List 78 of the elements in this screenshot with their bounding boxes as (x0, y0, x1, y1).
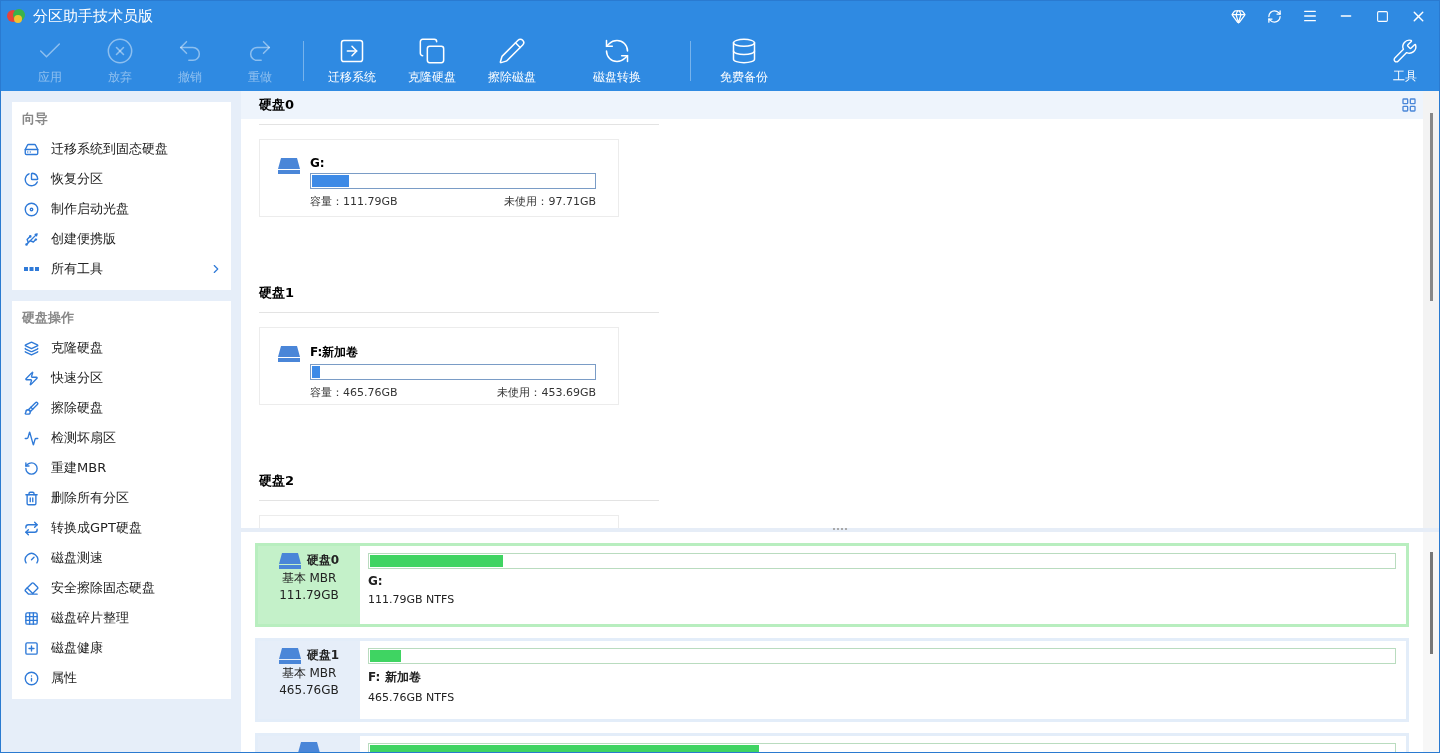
usb-icon (24, 231, 39, 247)
grid-icon (24, 610, 39, 626)
sidebar-item[interactable]: 迁移系统到固态硬盘 (12, 134, 231, 164)
capacity-text: 容量：465.76GB (310, 385, 398, 400)
repeat-icon (24, 520, 39, 536)
gauge-icon (24, 550, 39, 566)
disc-icon (24, 201, 39, 217)
sidebar-item[interactable]: 所有工具 (12, 254, 231, 284)
disk-name: 硬盘1 (306, 647, 340, 664)
rotate-icon (24, 460, 39, 476)
sidebar-item[interactable]: 检测坏扇区 (12, 423, 231, 453)
free-space-text: 未使用：453.69GB (497, 385, 596, 400)
toolbar-button[interactable]: 擦除磁盘 (472, 36, 552, 86)
info-icon (24, 670, 39, 686)
drive-icon (278, 346, 300, 362)
maximize-icon[interactable] (1375, 9, 1389, 23)
partition-info: 465.76GB NTFS (368, 691, 456, 704)
drive-icon (278, 158, 300, 174)
partition-name: F:新加卷 (310, 344, 360, 361)
app-logo (7, 7, 27, 25)
trash-icon (24, 490, 39, 506)
eraser-icon (24, 580, 39, 596)
partition-name: G: (310, 156, 326, 170)
toolbar-button[interactable]: 磁盘转换 (552, 36, 682, 86)
disk-row[interactable]: 硬盘1 基本 MBR 465.76GB F: 新加卷 465.76GB NTFS (255, 638, 1409, 722)
sidebar-item[interactable]: 转换成GPT硬盘 (12, 513, 231, 543)
sidebar-item[interactable]: 磁盘碎片整理 (12, 603, 231, 633)
partition-card[interactable]: F:新加卷 容量：465.76GB 未使用：453.69GB (259, 327, 619, 405)
sidebar-item[interactable]: 重建MBR (12, 453, 231, 483)
toolbar-button[interactable]: 免费备份 (699, 36, 789, 86)
layers-icon (24, 340, 39, 356)
wrench-icon (1392, 37, 1418, 64)
scrollbar[interactable] (1423, 91, 1439, 528)
toolbar-button[interactable]: 迁移系统 (312, 36, 392, 86)
disk-name: 硬盘0 (306, 552, 340, 569)
pie-chart-icon (24, 171, 39, 187)
sidebar-item[interactable]: 删除所有分区 (12, 483, 231, 513)
tools-button[interactable]: 工具 (1385, 37, 1425, 85)
drive-icon (278, 647, 301, 664)
layout-icon (1401, 97, 1417, 113)
capacity-text: 容量：111.79GB (310, 194, 398, 209)
lightning-icon (24, 370, 39, 386)
toolbar-button[interactable]: 克隆硬盘 (392, 36, 472, 86)
partition-label: F: 新加卷 (368, 669, 422, 686)
sidebar-item[interactable]: 磁盘测速 (12, 543, 231, 573)
pulse-icon (24, 430, 39, 446)
disk-type: 基本 MBR (281, 665, 337, 682)
drive-icon (24, 141, 39, 157)
sidebar-item[interactable]: 创建便携版 (12, 224, 231, 254)
sidebar-item[interactable]: 擦除硬盘 (12, 393, 231, 423)
window-title: 分区助手技术员版 (33, 6, 154, 26)
partition-label: G: (368, 574, 384, 588)
cancel-icon (106, 36, 134, 65)
plus-square-icon (24, 640, 39, 656)
more-icon (24, 267, 39, 271)
brush-icon (24, 400, 39, 416)
sidebar-item[interactable]: 快速分区 (12, 363, 231, 393)
sidebar-item[interactable]: 恢复分区 (12, 164, 231, 194)
disk-type: 基本 MBR (281, 570, 337, 587)
partition-block[interactable]: G: 111.79GB NTFS (360, 546, 1406, 624)
database-icon (730, 36, 758, 65)
section-title: 硬盘操作 (21, 309, 75, 327)
sidebar-item[interactable]: 安全擦除固态硬盘 (12, 573, 231, 603)
free-space-text: 未使用：97.71GB (504, 194, 596, 209)
partition-block[interactable]: F: 新加卷 465.76GB NTFS (360, 641, 1406, 719)
scrollbar[interactable] (1423, 532, 1439, 752)
disk-header[interactable]: 硬盘0 (241, 91, 1423, 119)
sidebar-item[interactable]: 克隆硬盘 (12, 333, 231, 363)
partition-info: 111.79GB NTFS (368, 593, 456, 606)
disk-row[interactable]: 硬盘0 基本 MBR 111.79GB G: 111.79GB NTFS (255, 543, 1409, 627)
sidebar-item[interactable]: 磁盘健康 (12, 633, 231, 663)
drive-icon (278, 552, 301, 569)
sidebar-item[interactable]: 属性 (12, 663, 231, 693)
sidebar-item[interactable]: 制作启动光盘 (12, 194, 231, 224)
disk-size: 111.79GB (279, 588, 339, 602)
disk-size: 465.76GB (279, 683, 339, 697)
section-title: 向导 (21, 110, 49, 128)
partition-card[interactable]: G: 容量：111.79GB 未使用：97.71GB (259, 139, 619, 217)
